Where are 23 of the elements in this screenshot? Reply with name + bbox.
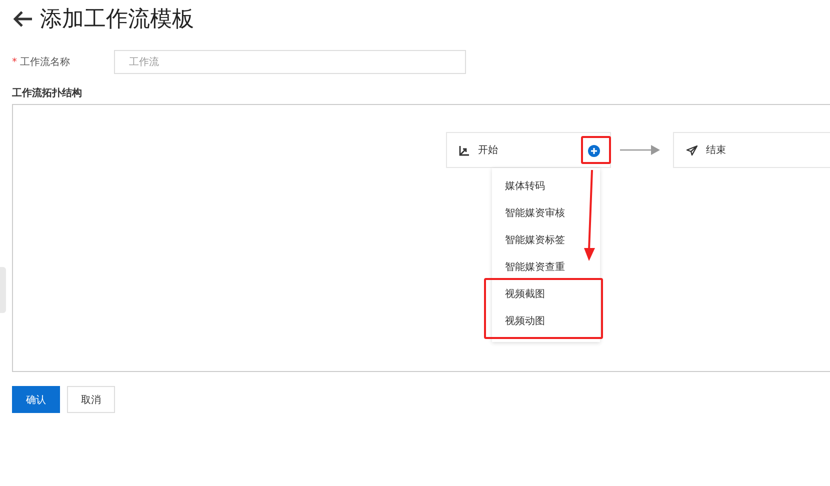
add-icon[interactable] (588, 145, 600, 157)
required-mark: * (12, 57, 17, 68)
menu-item[interactable]: 视频动图 (492, 308, 600, 335)
edit-icon (459, 144, 470, 156)
node-label: 开始 (478, 144, 498, 157)
cancel-button[interactable]: 取消 (67, 386, 115, 413)
flow-node[interactable]: 结束 (673, 132, 830, 168)
menu-item[interactable]: 媒体转码 (492, 173, 600, 200)
send-icon (686, 144, 698, 156)
connector-arrow (620, 145, 660, 155)
input-field[interactable]: 工作流 (114, 50, 466, 74)
page-title: 添加工作流模板 (40, 6, 194, 34)
back-icon[interactable] (12, 10, 34, 28)
menu-item[interactable]: 视频截图 (492, 281, 600, 308)
menu-item[interactable]: 智能媒资标签 (492, 227, 600, 254)
highlight-frame (581, 136, 611, 164)
confirm-button[interactable]: 确认 (12, 386, 60, 413)
section-title: 工作流拓扑结构 (12, 86, 83, 101)
flow-node[interactable]: 开始 (446, 132, 611, 168)
menu-item[interactable]: 智能媒资审核 (492, 200, 600, 227)
menu-item[interactable]: 智能媒资查重 (492, 254, 600, 281)
node-label: 结束 (706, 144, 726, 157)
field-label: 工作流名称 (20, 57, 70, 68)
